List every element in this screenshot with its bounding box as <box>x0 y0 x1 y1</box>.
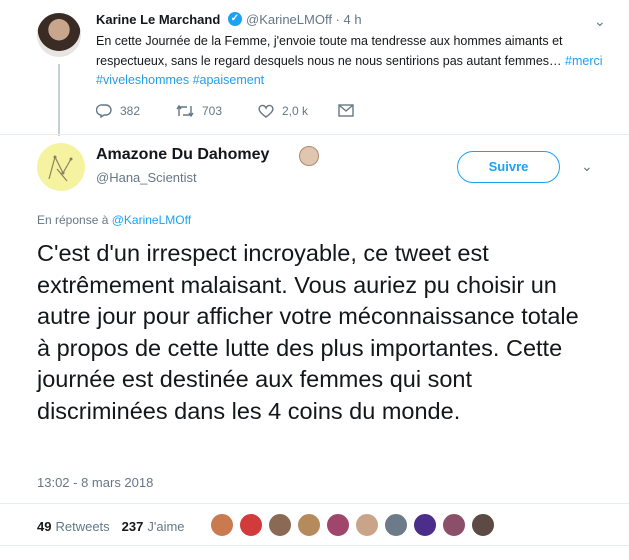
liker-avatar[interactable] <box>413 513 437 537</box>
retweet-action[interactable]: 703 <box>176 104 222 118</box>
divider <box>0 503 629 504</box>
liker-avatar[interactable] <box>442 513 466 537</box>
tweet-text: C'est d'un irrespect incroyable, ce twee… <box>37 240 579 424</box>
liker-avatar[interactable] <box>239 513 263 537</box>
reply-context: En réponse à @KarineLMOff <box>37 213 191 227</box>
mail-icon <box>338 104 354 117</box>
divider <box>0 134 629 135</box>
reply-action[interactable]: 382 <box>96 104 140 118</box>
tweet-menu-chevron-icon[interactable]: ⌄ <box>581 158 593 175</box>
retweet-count: 703 <box>202 104 223 118</box>
retweet-icon <box>176 104 194 118</box>
liker-avatars <box>210 513 500 537</box>
likes-label[interactable]: J'aime <box>147 519 184 534</box>
author-handle[interactable]: @Hana_Scientist <box>96 170 197 185</box>
retweets-label[interactable]: Retweets <box>55 519 109 534</box>
liker-avatar[interactable] <box>355 513 379 537</box>
like-count: 2,0 k <box>282 104 309 118</box>
parent-avatar[interactable] <box>37 13 81 57</box>
parent-handle-time[interactable]: @KarineLMOff · 4 h <box>246 12 362 27</box>
parent-author-name[interactable]: Karine Le Marchand <box>96 12 220 27</box>
engagement-stats: 49 Retweets 237 J'aime <box>37 519 185 534</box>
chevron-down-icon[interactable]: ⌄ <box>594 13 606 30</box>
liker-avatar[interactable] <box>268 513 292 537</box>
scientist-emoji-icon <box>299 146 319 166</box>
reply-count: 382 <box>120 104 141 118</box>
liker-avatar[interactable] <box>384 513 408 537</box>
liker-avatar[interactable] <box>297 513 321 537</box>
divider <box>0 545 629 546</box>
likes-count[interactable]: 237 <box>122 519 144 534</box>
avatar-art <box>48 155 73 182</box>
liker-avatar[interactable] <box>326 513 350 537</box>
follow-button[interactable]: Suivre <box>457 151 560 183</box>
tweet-timestamp[interactable]: 13:02 - 8 mars 2018 <box>37 475 153 490</box>
parent-tweet-text: En cette Journée de la Femme, j'envoie t… <box>96 32 606 91</box>
thread-connector <box>58 64 60 136</box>
liker-avatar[interactable] <box>210 513 234 537</box>
verified-badge-icon: ✓ <box>228 12 242 26</box>
heart-icon <box>258 104 274 118</box>
author-name[interactable]: Amazone Du Dahomey <box>96 146 269 164</box>
author-avatar[interactable] <box>37 143 85 191</box>
parent-text-body: En cette Journée de la Femme, j'envoie t… <box>96 34 563 68</box>
reply-prefix: En réponse à <box>37 213 112 227</box>
reply-to-link[interactable]: @KarineLMOff <box>112 213 191 227</box>
dm-action[interactable] <box>338 104 362 117</box>
retweets-count[interactable]: 49 <box>37 519 51 534</box>
liker-avatar[interactable] <box>471 513 495 537</box>
like-action[interactable]: 2,0 k <box>258 104 308 118</box>
reply-icon <box>96 104 112 118</box>
